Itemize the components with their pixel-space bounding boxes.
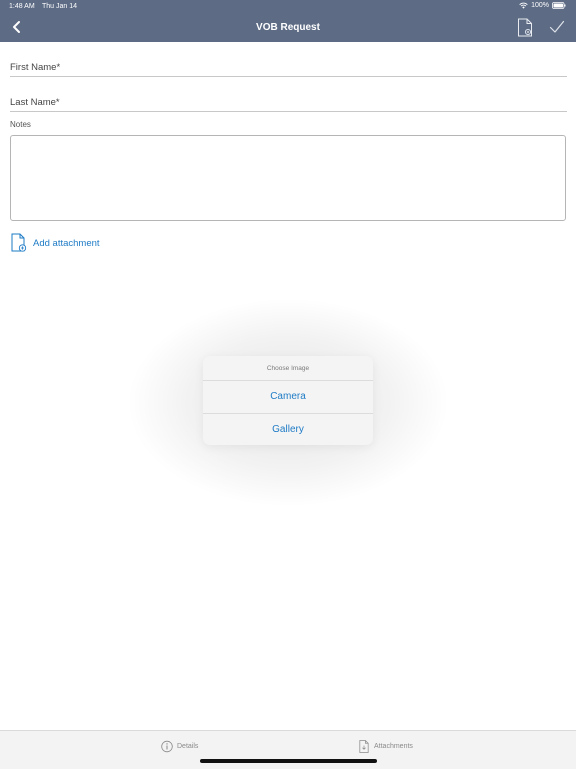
dialog-title: Choose Image [203,356,373,381]
navigation-bar: VOB Request [0,14,576,42]
attachment-doc-icon [11,233,27,252]
status-bar: 1:48 AM Thu Jan 14 100% [0,0,576,14]
notes-label: Notes [10,120,31,129]
last-name-underline [10,111,567,112]
notes-textarea[interactable] [10,135,566,221]
first-name-field[interactable]: First Name* [10,62,60,73]
document-attach-icon[interactable] [517,18,533,37]
gallery-option[interactable]: Gallery [203,413,373,445]
tab-details-label: Details [177,743,199,750]
add-attachment-label: Add attachment [33,237,100,249]
camera-option[interactable]: Camera [203,381,373,413]
wifi-icon [519,2,528,9]
status-date: Thu Jan 14 [42,3,78,10]
last-name-field[interactable]: Last Name* [10,97,60,108]
status-time: 1:48 AM [9,3,35,10]
checkmark-icon[interactable] [549,20,565,34]
page-title: VOB Request [256,22,320,33]
tab-details[interactable]: Details [161,740,198,753]
battery-icon [552,2,566,9]
top-header: 1:48 AM Thu Jan 14 100% VOB Request [0,0,576,42]
bottom-tab-bar: Details Attachments [0,730,576,769]
tab-attachments-label: Attachments [374,743,413,750]
choose-image-dialog: Choose Image Camera Gallery [203,356,373,445]
first-name-underline [10,76,567,77]
add-attachment-button[interactable]: Add attachment [10,233,100,253]
info-circle-icon [161,740,173,753]
attachment-doc-icon [359,740,369,753]
home-indicator [200,759,377,763]
battery-percent: 100% [531,2,549,9]
tab-attachments[interactable]: Attachments [358,740,413,753]
status-indicators: 100% [519,2,566,9]
